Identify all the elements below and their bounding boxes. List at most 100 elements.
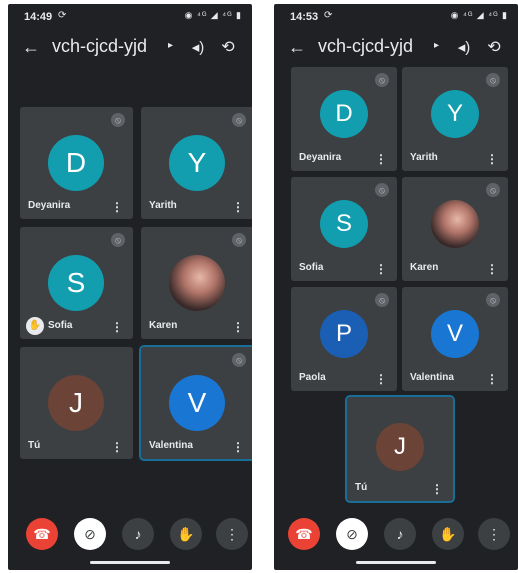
end-call-button[interactable]: ☎ <box>26 518 58 550</box>
profile-photo <box>431 200 479 248</box>
participant-name: Valentina <box>149 440 193 451</box>
participant-name: Sofia <box>299 262 324 273</box>
camera-off-button[interactable]: ⊘ <box>336 518 368 550</box>
participant-name: Tú <box>28 440 41 451</box>
avatar-initial: D <box>65 147 87 178</box>
meeting-header: ← vch-cjcd-yjd ▸ ◂) ⟲ <box>8 30 252 66</box>
end-call-button[interactable]: ☎ <box>288 518 320 550</box>
status-icons: ◉ ⁴ᴳ ◢ ⁴ᴳ ▮ <box>184 10 242 20</box>
status-time: 14:53 <box>290 11 319 23</box>
status-time: 14:49 <box>24 11 53 23</box>
participant-name: Valentina <box>410 372 454 383</box>
meeting-code[interactable]: vch-cjcd-yjd <box>52 36 147 57</box>
avatar: V <box>169 375 225 431</box>
call-controls: ☎ ⊘ ♪ ✋ ⋮ <box>274 518 518 550</box>
mic-off-icon: ⦸ <box>486 73 500 87</box>
camera-off-button[interactable]: ⊘ <box>74 518 106 550</box>
more-options-icon[interactable]: ⋮ <box>111 441 123 453</box>
participant-tile-karen[interactable]: ⦸ Karen ⋮ <box>141 227 252 339</box>
more-options-icon[interactable]: ⋮ <box>486 263 498 275</box>
more-options-icon[interactable]: ⋮ <box>486 373 498 385</box>
avatar-initial: S <box>335 210 352 237</box>
avatar: P <box>320 310 368 358</box>
avatar: J <box>48 375 104 431</box>
participant-name: Yarith <box>410 152 438 163</box>
avatar-initial: S <box>66 267 86 298</box>
avatar-initial: D <box>335 100 353 127</box>
avatar: J <box>376 423 424 471</box>
participant-name: Deyanira <box>299 152 342 163</box>
more-options-icon[interactable]: ⋮ <box>375 153 387 165</box>
sync-icon: ⟳ <box>58 10 67 21</box>
sync-icon: ⟳ <box>324 10 333 21</box>
chevron-right-icon[interactable]: ▸ <box>434 40 439 51</box>
participant-tile-karen[interactable]: ⦸ Karen ⋮ <box>402 177 508 281</box>
raised-hand-icon: ✋ <box>26 317 44 335</box>
avatar: Y <box>431 90 479 138</box>
participant-tile-paola[interactable]: ⦸ P Paola ⋮ <box>291 287 397 391</box>
switch-camera-icon[interactable]: ⟲ <box>216 36 240 60</box>
avatar: D <box>48 135 104 191</box>
participant-tile-sofia[interactable]: ⦸ S ✋ Sofia ⋮ <box>20 227 133 339</box>
participant-name: Yarith <box>149 200 177 211</box>
mic-off-icon: ⦸ <box>232 233 246 247</box>
speaker-icon[interactable]: ◂) <box>186 36 210 60</box>
speaker-icon[interactable]: ◂) <box>452 36 476 60</box>
phone-screen-right: 14:53 ⟳ ◉ ⁴ᴳ ◢ ⁴ᴳ ▮ ← vch-cjcd-yjd ▸ ◂) … <box>274 4 518 570</box>
participant-tile-yarith[interactable]: ⦸ Y Yarith ⋮ <box>402 67 508 171</box>
switch-camera-icon[interactable]: ⟲ <box>482 36 506 60</box>
back-arrow-icon[interactable]: ← <box>18 34 44 60</box>
participant-name: Sofia <box>48 320 73 331</box>
call-controls: ☎ ⊘ ♪ ✋ ⋮ <box>8 518 252 550</box>
status-bar: 14:53 ⟳ ◉ ⁴ᴳ ◢ ⁴ᴳ ▮ <box>274 4 518 28</box>
avatar-initial: Y <box>446 100 463 127</box>
home-indicator[interactable] <box>90 561 170 564</box>
participant-tile-you[interactable]: J Tú ⋮ <box>345 395 455 503</box>
mic-off-icon: ⦸ <box>111 113 125 127</box>
meeting-code[interactable]: vch-cjcd-yjd <box>318 36 413 57</box>
avatar: D <box>320 90 368 138</box>
mic-off-icon: ⦸ <box>486 293 500 307</box>
participant-tile-deyanira[interactable]: ⦸ D Deyanira ⋮ <box>291 67 397 171</box>
avatar-initial: V <box>446 320 463 347</box>
raise-hand-button[interactable]: ✋ <box>170 518 202 550</box>
more-options-icon[interactable]: ⋮ <box>486 153 498 165</box>
avatar: Y <box>169 135 225 191</box>
participant-tile-you[interactable]: J Tú ⋮ <box>20 347 133 459</box>
mic-off-icon: ⦸ <box>375 183 389 197</box>
microphone-button[interactable]: ♪ <box>122 518 154 550</box>
status-icons: ◉ ⁴ᴳ ◢ ⁴ᴳ ▮ <box>450 10 508 20</box>
participant-tile-sofia[interactable]: ⦸ S Sofia ⋮ <box>291 177 397 281</box>
more-options-icon[interactable]: ⋮ <box>232 441 244 453</box>
participant-tile-valentina[interactable]: ⦸ V Valentina ⋮ <box>402 287 508 391</box>
more-options-button[interactable]: ⋮ <box>478 518 510 550</box>
avatar: S <box>320 200 368 248</box>
participant-tile-valentina[interactable]: ⦸ V Valentina ⋮ <box>139 345 252 461</box>
more-options-icon[interactable]: ⋮ <box>111 321 123 333</box>
more-options-button[interactable]: ⋮ <box>216 518 248 550</box>
avatar: V <box>431 310 479 358</box>
mic-off-icon: ⦸ <box>486 183 500 197</box>
microphone-button[interactable]: ♪ <box>384 518 416 550</box>
status-bar: 14:49 ⟳ ◉ ⁴ᴳ ◢ ⁴ᴳ ▮ <box>8 4 252 28</box>
participant-name: Paola <box>299 372 326 383</box>
mic-off-icon: ⦸ <box>375 293 389 307</box>
more-options-icon[interactable]: ⋮ <box>375 263 387 275</box>
profile-photo <box>169 255 225 311</box>
participant-name: Karen <box>149 320 178 331</box>
more-options-icon[interactable]: ⋮ <box>111 201 123 213</box>
more-options-icon[interactable]: ⋮ <box>232 321 244 333</box>
participant-tile-deyanira[interactable]: ⦸ D Deyanira ⋮ <box>20 107 133 219</box>
more-options-icon[interactable]: ⋮ <box>375 373 387 385</box>
mic-off-icon: ⦸ <box>111 233 125 247</box>
back-arrow-icon[interactable]: ← <box>284 34 310 60</box>
avatar-initial: J <box>394 433 406 460</box>
mic-off-icon: ⦸ <box>232 353 246 367</box>
participant-tile-yarith[interactable]: ⦸ Y Yarith ⋮ <box>141 107 252 219</box>
raise-hand-button[interactable]: ✋ <box>432 518 464 550</box>
avatar-initial: V <box>187 387 207 418</box>
home-indicator[interactable] <box>356 561 436 564</box>
more-options-icon[interactable]: ⋮ <box>232 201 244 213</box>
chevron-right-icon[interactable]: ▸ <box>168 40 173 51</box>
more-options-icon[interactable]: ⋮ <box>431 483 443 495</box>
